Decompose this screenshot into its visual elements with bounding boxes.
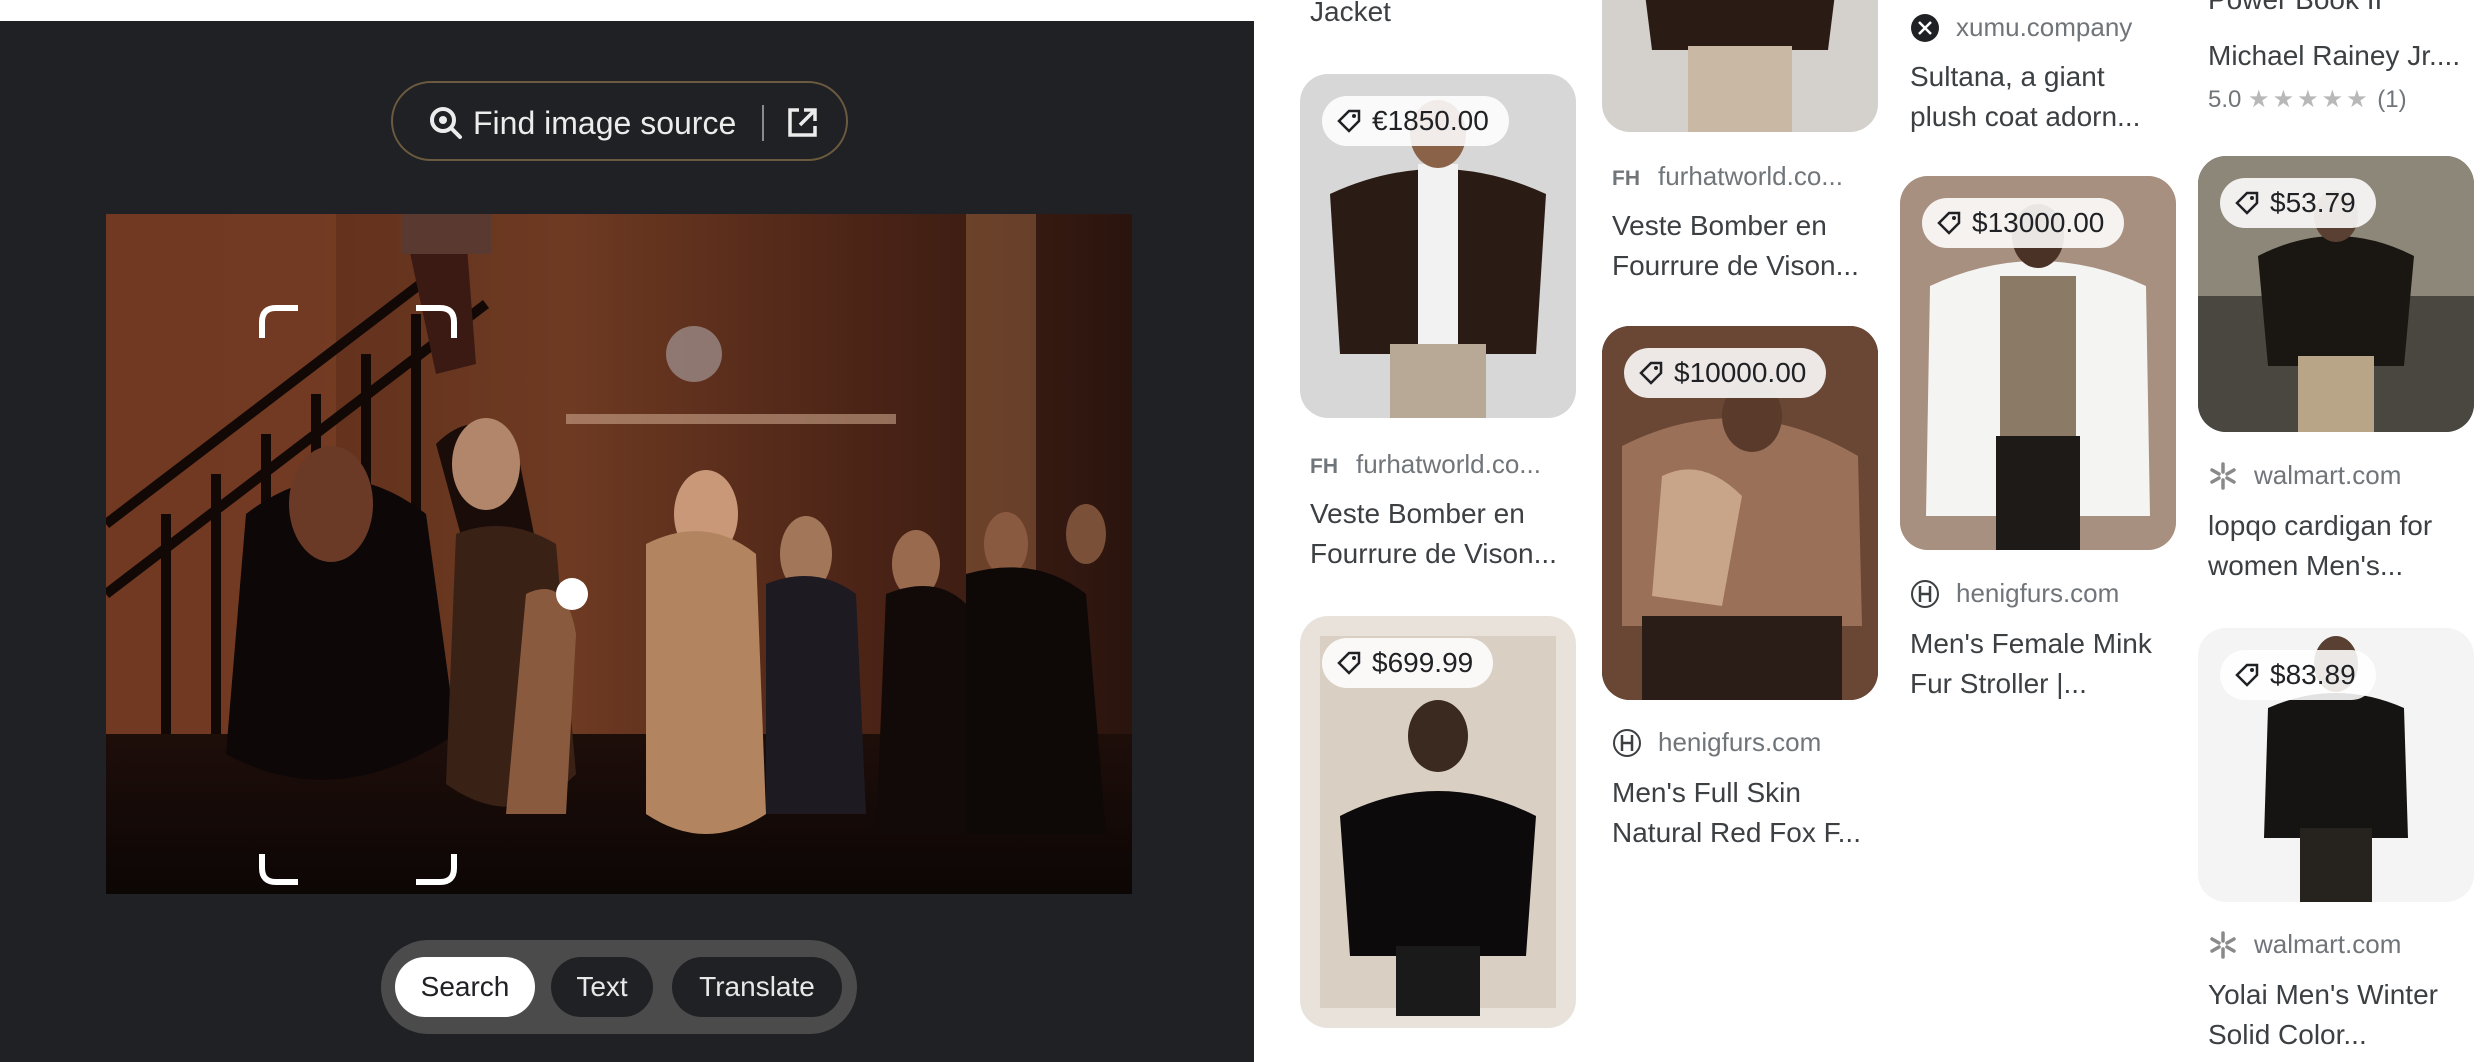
rating-count: (1)	[2377, 86, 2407, 113]
result-title-line2[interactable]: Solid Color...	[2208, 1015, 2367, 1055]
price-badge: $10000.00	[1624, 348, 1827, 398]
results-grid: Jacket €1850.00 FH furhatworld.co... Ves…	[1254, 0, 2480, 1062]
rating-value: 5.0	[2208, 86, 2242, 113]
result-title-line1[interactable]: Sultana, a giant	[1910, 57, 2105, 97]
walmart-spark-icon	[2210, 931, 2236, 959]
result-title-line2[interactable]: Fourrure de Vison...	[1310, 534, 1557, 574]
svg-text:FH: FH	[1310, 455, 1338, 478]
walmart-spark-icon	[2210, 462, 2236, 490]
selection-frame[interactable]	[106, 214, 1132, 894]
price-tag-icon	[1937, 211, 1961, 235]
fh-logo-icon: FH	[1310, 455, 1338, 478]
result-title-line2[interactable]: Michael Rainey Jr....	[2208, 36, 2480, 76]
site-name: xumu.company	[1956, 12, 2133, 42]
mode-tabs: Search Text Translate	[381, 940, 857, 1034]
result-thumbnail[interactable]: $699.99	[1300, 616, 1576, 1028]
site-name: walmart.com	[2254, 460, 2402, 490]
price-tag-icon	[2235, 191, 2259, 215]
result-rating: 5.0 ★★★★★ (1)	[2208, 85, 2407, 115]
xumu-logo-icon	[1911, 14, 1939, 42]
result-title-line1[interactable]: Yolai Men's Winter	[2208, 975, 2438, 1015]
price-tag-icon	[2235, 663, 2259, 687]
result-thumbnail[interactable]: €1850.00	[1300, 74, 1576, 418]
henig-logo-icon	[1613, 729, 1641, 757]
price-value: $699.99	[1372, 647, 1474, 678]
tab-translate[interactable]: Translate	[672, 957, 842, 1017]
result-title-line1[interactable]: Veste Bomber en	[1612, 206, 1827, 246]
result-title-line2[interactable]: Fourrure de Vison...	[1612, 246, 1859, 286]
price-badge: $13000.00	[1922, 198, 2125, 248]
result-title-line1[interactable]: Veste Bomber en	[1310, 494, 1525, 534]
find-image-source-button[interactable]: Find image source	[391, 81, 848, 161]
result-thumbnail[interactable]: $13000.00	[1900, 176, 2176, 550]
screen: Find image source Search Text Translate …	[0, 0, 2480, 1062]
site-name: henigfurs.com	[1956, 578, 2120, 608]
result-thumbnail[interactable]	[1602, 0, 1878, 132]
site-name: walmart.com	[2254, 929, 2402, 959]
selected-photo[interactable]	[106, 214, 1132, 894]
lens-search-icon	[430, 107, 462, 139]
price-value: $83.89	[2270, 659, 2356, 690]
button-separator	[762, 105, 764, 141]
price-badge: $83.89	[2220, 650, 2376, 700]
result-title-line2[interactable]: Natural Red Fox F...	[1612, 813, 1861, 853]
tab-search[interactable]: Search	[395, 957, 535, 1017]
rating-stars-icon: ★★★★★	[2248, 86, 2371, 113]
price-tag-icon	[1337, 109, 1361, 133]
result-title-line2[interactable]: women Men's...	[2208, 546, 2403, 586]
result-title[interactable]: Jacket	[1310, 0, 1391, 32]
result-title-line1[interactable]: Men's Female Mink	[1910, 624, 2152, 664]
result-title-line1[interactable]: Men's Full Skin	[1612, 773, 1801, 813]
result-title-line1[interactable]: Power Book II	[2208, 0, 2382, 20]
price-value: $13000.00	[1972, 207, 2105, 238]
price-value: $10000.00	[1674, 357, 1807, 388]
result-thumbnail[interactable]: $10000.00	[1602, 326, 1878, 700]
henig-logo-icon	[1911, 580, 1939, 608]
site-name: henigfurs.com	[1658, 727, 1822, 757]
price-tag-icon	[1639, 361, 1663, 385]
lens-panel: Find image source Search Text Translate	[0, 0, 1254, 1062]
site-name: furhatworld.co...	[1658, 161, 1843, 191]
result-thumbnail[interactable]: $83.89	[2198, 628, 2474, 902]
result-title-line1[interactable]: lopqo cardigan for	[2208, 506, 2432, 546]
result-title-line2[interactable]: plush coat adorn...	[1910, 97, 2140, 137]
result-title-line2[interactable]: Fur Stroller |...	[1910, 664, 2087, 704]
price-value: €1850.00	[1372, 105, 1489, 136]
svg-text:FH: FH	[1612, 167, 1640, 190]
price-value: $53.79	[2270, 187, 2356, 218]
site-name: furhatworld.co...	[1356, 449, 1541, 479]
result-thumbnail[interactable]: $53.79	[2198, 156, 2474, 432]
find-image-source-label: Find image source	[473, 105, 737, 141]
price-badge: €1850.00	[1322, 96, 1509, 146]
top-strip	[0, 0, 1254, 21]
fh-logo-icon: FH	[1612, 167, 1640, 190]
tab-text[interactable]: Text	[551, 957, 653, 1017]
price-badge: $699.99	[1322, 638, 1494, 688]
price-tag-icon	[1337, 651, 1361, 675]
price-badge: $53.79	[2220, 178, 2376, 228]
external-link-icon[interactable]	[781, 102, 823, 144]
